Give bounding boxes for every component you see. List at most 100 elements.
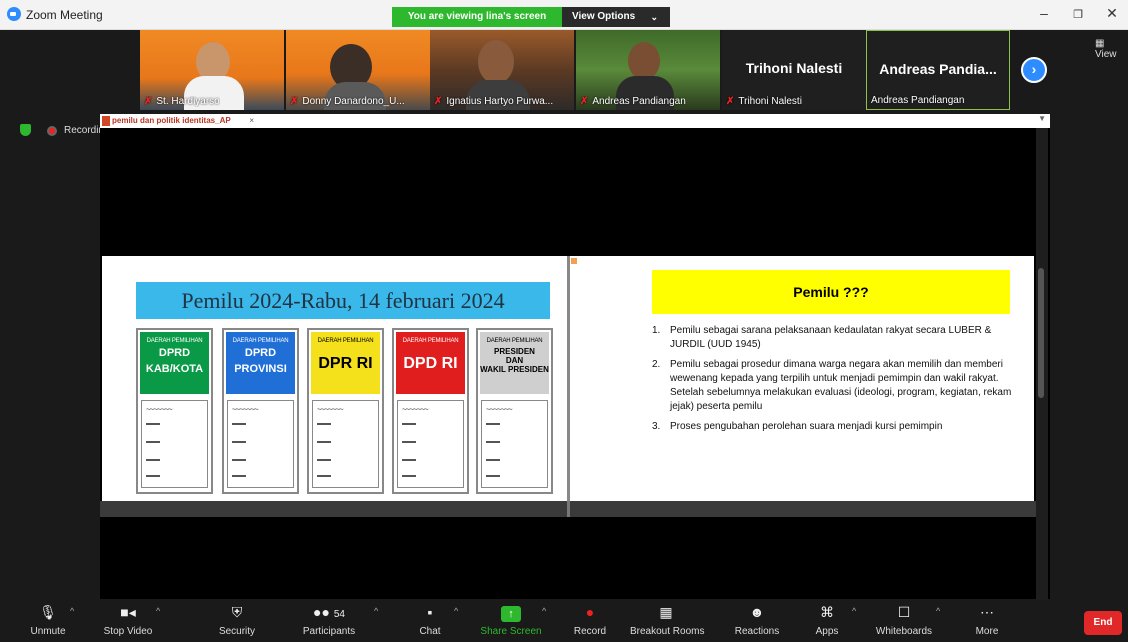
share-screen-icon: ↑ [501,606,521,622]
box-title-line1: DPD RI [403,355,458,372]
minimize-icon[interactable]: – [1034,5,1054,21]
box-title-line3: WAKIL PRESIDEN [480,365,549,374]
box-title-line1: DPR RI [318,355,373,372]
ballot-paper: ~~~~~~~ [227,400,294,488]
chevron-down-icon: ⌄ [650,12,658,22]
participant-display-name: Trihoni Nalesti [745,60,843,76]
end-meeting-button[interactable]: End [1084,611,1122,635]
chat-button[interactable]: ▪ Chat ^ [412,602,458,640]
viewing-screen-banner: You are viewing lina's screen [392,7,562,27]
muted-mic-icon: ✗ [290,96,299,107]
ballot-box-dpr-ri: DAERAH PEMILIHAN DPR RI ~~~~~~~ [307,328,384,494]
scrollbar-thumb[interactable] [1038,268,1044,398]
recording-icon [47,126,57,136]
chevron-up-icon[interactable]: ^ [70,606,74,616]
participant-name: Andreas Pandiangan [871,95,965,106]
muted-mic-icon: ✗ [434,96,443,107]
list-item: 1. Pemilu sebagai sarana pelaksanaan keda… [652,325,992,350]
slide-title: Pemilu ??? [652,270,1010,314]
box-label: DAERAH PEMILIHAN [317,338,374,344]
participant-name: Ignatius Hartyo Purwa... [446,96,554,107]
powerpoint-icon [102,116,110,126]
ballot-box-dprd-provinsi: DAERAH PEMILIHAN DPRD PROVINSI ~~~~~~~ [222,328,299,494]
video-tile[interactable]: ✗ Andreas Pandiangan [576,30,720,110]
chevron-down-icon[interactable]: ▼ [1038,114,1046,123]
share-screen-button[interactable]: ↑ Share Screen ^ [476,602,546,640]
muted-mic-icon: ✗ [144,96,153,107]
meeting-toolbar [0,600,1128,642]
slide-marker [571,258,577,264]
ballot-paper: ~~~~~~~ [141,400,208,488]
close-icon[interactable]: ✕ [1102,5,1122,22]
participant-name: Trihoni Nalesti [738,96,802,107]
slide-bottom-bar [100,501,1036,517]
list-item: 3. Proses pengubahan perolehan suara menj… [652,421,943,432]
participant-name: St. Hardiyarso [156,96,220,107]
video-tile[interactable]: ✗ Ignatius Hartyo Purwa... [430,30,574,110]
apps-icon: ⌘ [820,604,834,620]
more-icon: ⋯ [980,604,994,620]
box-label: DAERAH PEMILIHAN [402,338,459,344]
restore-icon[interactable]: ❐ [1068,8,1088,21]
participant-name: Andreas Pandiangan [592,96,686,107]
chevron-up-icon[interactable]: ^ [156,606,160,616]
whiteboards-button[interactable]: ☐ Whiteboards ^ [870,602,940,640]
view-button[interactable]: ▦ View [1095,38,1128,60]
document-tab-title: pemilu dan politik identitas_AP [112,116,231,125]
active-speaker-tile[interactable]: Andreas Pandia... Andreas Pandiangan [866,30,1010,110]
ballot-box-presiden: DAERAH PEMILIHAN PRESIDEN DAN WAKIL PRESIDE… [476,328,553,494]
chat-icon: ▪ [427,604,433,620]
tab-strip: ▼ [258,114,1050,128]
chevron-up-icon[interactable]: ^ [852,606,856,616]
zoom-logo-icon [7,7,21,21]
box-title-line2: KAB/KOTA [145,363,204,375]
slide-title: Pemilu 2024-Rabu, 14 februari 2024 [136,282,550,319]
reactions-icon: ☻ [749,604,765,620]
window-title: Zoom Meeting [26,8,103,22]
security-button[interactable]: ⛨ Security [212,602,262,640]
video-tile[interactable]: ✗ Donny Danardono_U... [286,30,430,110]
list-item: 2. Pemilu sebagai prosedur dimana warga n… [652,359,1012,412]
ballot-box-dprd-kabkota: DAERAH PEMILIHAN DPRD KAB/KOTA ~~~~~~~ [136,328,213,494]
zoom-window: Zoom Meeting You are viewing lina's scre… [0,0,1128,642]
unmute-button[interactable]: 🎙︎ Unmute ^ [22,602,74,640]
apps-button[interactable]: ⌘ Apps ^ [810,602,857,640]
participants-count: 54 [333,609,345,620]
video-tile[interactable]: ✗ St. Hardiyarso [140,30,284,110]
document-tab[interactable]: pemilu dan politik identitas_AP × [100,114,258,128]
ballot-paper: ~~~~~~~ [397,400,464,488]
box-label: DAERAH PEMILIHAN [232,338,289,344]
participants-button[interactable]: ●● 54 Participants ^ [296,602,378,640]
participant-name: Donny Danardono_U... [302,96,405,107]
chevron-up-icon[interactable]: ^ [542,606,546,616]
record-button[interactable]: ● Record [568,602,612,640]
grid-icon: ▦ [1095,38,1105,49]
shield-icon: ⛨ [231,604,243,620]
box-label: DAERAH PEMILIHAN [486,338,543,344]
chevron-up-icon[interactable]: ^ [936,606,940,616]
chevron-up-icon[interactable]: ^ [454,606,458,616]
slide-right: Pemilu ??? 1. Pemilu sebagai sarana pelak… [570,256,1034,501]
participants-icon: ●● [313,604,330,620]
vertical-scrollbar[interactable] [1036,128,1048,608]
view-label: View [1095,49,1117,60]
box-title-line2: DAN [505,356,524,365]
video-tile[interactable]: Trihoni Nalesti ✗ Trihoni Nalesti [722,30,866,110]
breakout-rooms-icon: ▦ [659,604,673,620]
chevron-up-icon[interactable]: ^ [374,606,378,616]
stop-video-button[interactable]: ■◂ Stop Video ^ [98,602,161,640]
record-icon: ● [585,604,595,620]
ballot-paper: ~~~~~~~ [312,400,379,488]
ballot-box-dpd-ri: DAERAH PEMILIHAN DPD RI ~~~~~~~ [392,328,469,494]
muted-mic-icon: ✗ [726,96,735,107]
next-page-button[interactable]: › [1021,57,1047,83]
close-tab-icon[interactable]: × [249,114,254,128]
title-bar: Zoom Meeting You are viewing lina's scre… [0,0,1128,30]
reactions-button[interactable]: ☻ Reactions [730,602,784,640]
slide-list: 1. Pemilu sebagai sarana pelaksanaan keda… [652,324,1012,440]
view-options-button[interactable]: View Options ⌄ [562,7,670,27]
chevron-right-icon: › [1031,61,1037,77]
box-label: DAERAH PEMILIHAN [146,338,203,344]
breakout-rooms-button[interactable]: ▦ Breakout Rooms [630,602,704,640]
more-button[interactable]: ⋯ More [970,602,1004,640]
